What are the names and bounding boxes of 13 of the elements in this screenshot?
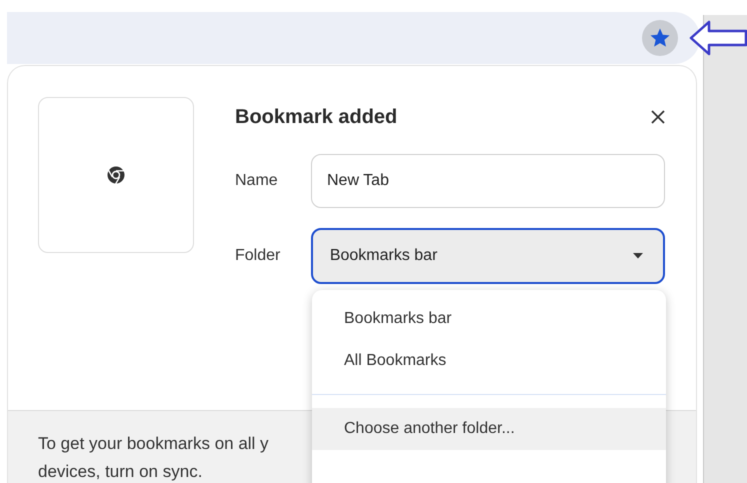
dialog-title: Bookmark added bbox=[235, 106, 398, 128]
browser-logo-icon bbox=[106, 165, 126, 185]
field-label: Folder bbox=[235, 247, 282, 265]
folder-option[interactable]: Bookmarks bar bbox=[312, 298, 666, 340]
field-label: Name bbox=[235, 172, 279, 190]
name-field[interactable]: New Tab bbox=[311, 154, 665, 208]
folder-dropdown[interactable]: Bookmarks bar bbox=[310, 228, 665, 284]
folder-option[interactable]: All Bookmarks bbox=[312, 340, 666, 382]
sync-text: devices, turn on sync. bbox=[38, 461, 204, 483]
bookmark-star-button[interactable] bbox=[642, 20, 678, 56]
sync-text: To get your bookmarks on all y bbox=[38, 433, 270, 455]
caret-icon bbox=[633, 253, 643, 259]
folder-option[interactable]: Choose another folder... bbox=[312, 408, 666, 450]
